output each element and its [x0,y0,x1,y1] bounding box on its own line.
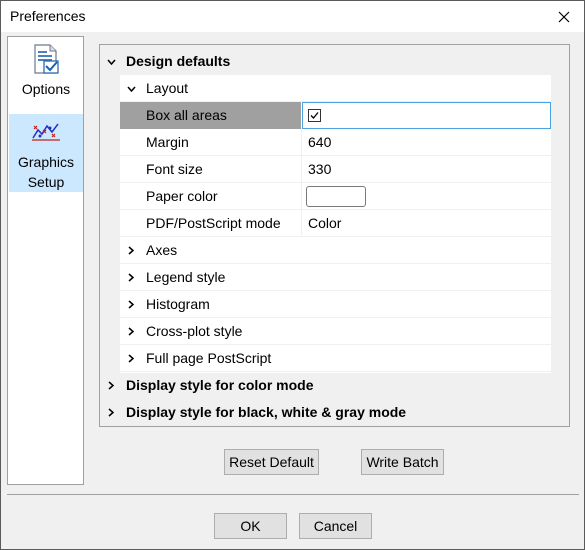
window-title: Preferences [10,8,86,24]
design-defaults-panel: Layout Box all areas Margin 640 Font siz… [120,75,551,373]
property-name: Margin [146,134,189,150]
chart-plot-icon [32,123,60,141]
chevron-right-icon[interactable] [124,237,138,264]
check-icon [310,112,319,119]
sidebar-item-options[interactable]: Options [9,39,83,109]
tree-node-design-defaults[interactable]: Design defaults [100,48,569,75]
property-name: Paper color [146,188,218,204]
property-name: Font size [146,161,203,177]
tree-node-label: Axes [146,242,178,258]
chevron-right-icon[interactable] [124,264,138,291]
tree-node-label: Layout [146,80,189,96]
chevron-right-icon[interactable] [124,318,138,345]
preferences-dialog: Preferences Options Graphics Setup Desig… [0,0,585,550]
tree-node-full-page-postscript[interactable]: Full page PostScript [120,345,551,372]
category-sidebar: Options Graphics Setup [7,36,84,485]
sidebar-item-label: Graphics Setup [17,154,75,190]
document-check-icon [34,44,59,74]
chevron-right-icon[interactable] [104,372,118,399]
sidebar-item-graphics-setup[interactable]: Graphics Setup [9,114,83,192]
tree-node-display-style-color[interactable]: Display style for color mode [100,372,569,399]
property-value[interactable]: 640 [308,129,331,156]
tree-node-label: Design defaults [126,53,231,69]
tree-node-label: Full page PostScript [146,350,272,366]
divider [7,494,579,495]
property-row-margin[interactable]: Margin 640 [120,129,551,156]
chevron-right-icon[interactable] [124,345,138,372]
chevron-down-icon[interactable] [124,75,138,102]
tree-node-label: Histogram [146,296,210,312]
write-batch-button[interactable]: Write Batch [361,449,444,475]
close-icon [558,11,570,22]
chevron-right-icon[interactable] [104,399,118,426]
title-bar: Preferences [1,1,584,32]
property-row-box-all-areas[interactable]: Box all areas [120,102,551,129]
cancel-button[interactable]: Cancel [299,513,372,539]
tree-node-histogram[interactable]: Histogram [120,291,551,318]
property-value[interactable]: Color [308,210,341,237]
chevron-down-icon[interactable] [104,48,118,75]
property-row-font-size[interactable]: Font size 330 [120,156,551,183]
tree-node-label: Display style for color mode [126,377,314,393]
reset-default-button[interactable]: Reset Default [224,449,319,475]
chevron-right-icon[interactable] [124,291,138,318]
property-name: Box all areas [146,107,227,123]
property-row-paper-color[interactable]: Paper color [120,183,551,210]
tree-node-axes[interactable]: Axes [120,237,551,264]
tree-node-layout[interactable]: Layout [120,75,551,102]
tree-node-label: Display style for black, white & gray mo… [126,404,407,420]
tree-node-label: Legend style [146,269,226,285]
property-tree: Design defaults Layout Box all areas Mar… [99,44,570,427]
sidebar-item-label: Options [21,81,71,97]
close-button[interactable] [544,1,584,32]
ok-button[interactable]: OK [214,513,287,539]
tree-node-display-style-bw-gray[interactable]: Display style for black, white & gray mo… [100,399,569,426]
tree-node-cross-plot-style[interactable]: Cross-plot style [120,318,551,345]
property-name: PDF/PostScript mode [146,215,281,231]
tree-node-label: Cross-plot style [146,323,243,339]
tree-node-legend-style[interactable]: Legend style [120,264,551,291]
property-row-pdf-postscript-mode[interactable]: PDF/PostScript mode Color [120,210,551,237]
box-all-areas-checkbox[interactable] [308,109,321,122]
property-value-editor[interactable] [302,102,551,129]
property-value[interactable]: 330 [308,156,331,183]
paper-color-swatch[interactable] [306,186,366,207]
